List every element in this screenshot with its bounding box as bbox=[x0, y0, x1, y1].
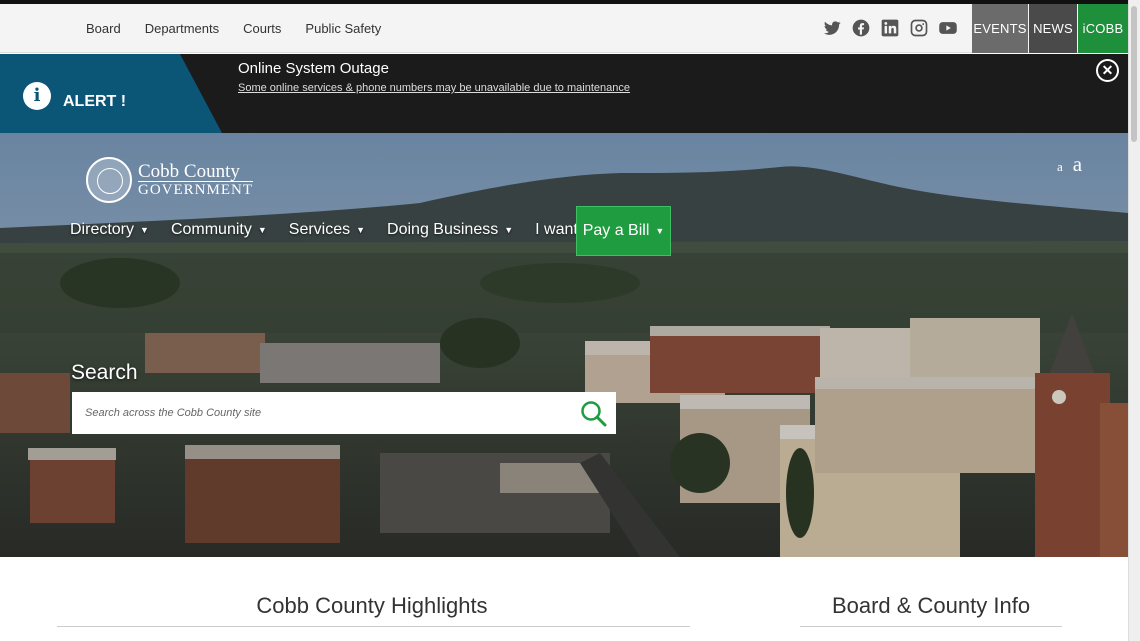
page: Board Departments Courts Public Safety E… bbox=[0, 0, 1140, 641]
icobb-button[interactable]: iCOBB bbox=[1078, 4, 1128, 53]
utility-links: Board Departments Courts Public Safety bbox=[86, 21, 381, 36]
search-input[interactable] bbox=[72, 392, 616, 434]
nav-services-label: Services bbox=[288, 221, 351, 238]
facebook-icon[interactable] bbox=[851, 18, 871, 38]
board-info-divider bbox=[800, 626, 1062, 627]
nav-community[interactable]: Community ▼ bbox=[171, 221, 267, 239]
nav-doing-business[interactable]: Doing Business ▼ bbox=[387, 221, 513, 239]
twitter-icon[interactable] bbox=[822, 18, 842, 38]
scrollbar-thumb[interactable] bbox=[1131, 6, 1137, 142]
nav-directory-label: Directory bbox=[70, 221, 135, 238]
highlights-divider bbox=[57, 626, 690, 627]
logo-line-1: Cobb County bbox=[138, 160, 240, 182]
utility-link-departments[interactable]: Departments bbox=[145, 21, 219, 36]
search-icon[interactable] bbox=[578, 399, 608, 427]
events-button[interactable]: EVENTS bbox=[972, 4, 1028, 53]
logo-text: Cobb County GOVERNMENT bbox=[138, 162, 253, 199]
nav-community-label: Community bbox=[170, 221, 252, 238]
nav-directory[interactable]: Directory ▼ bbox=[70, 221, 149, 239]
logo-line-2: GOVERNMENT bbox=[138, 180, 253, 198]
utility-link-courts[interactable]: Courts bbox=[243, 21, 281, 36]
county-logo[interactable]: Cobb County GOVERNMENT bbox=[86, 157, 253, 203]
chevron-down-icon: ▼ bbox=[356, 225, 366, 235]
nav-doing-business-label: Doing Business bbox=[387, 221, 499, 238]
utility-link-public-safety[interactable]: Public Safety bbox=[305, 21, 381, 36]
news-button[interactable]: NEWS bbox=[1029, 4, 1077, 53]
instagram-icon[interactable] bbox=[909, 18, 929, 38]
search-label: Search bbox=[71, 361, 138, 384]
chevron-down-icon: ▼ bbox=[655, 226, 665, 236]
social-links bbox=[822, 18, 958, 38]
alert-label: ALERT ! bbox=[63, 93, 127, 110]
youtube-icon[interactable] bbox=[938, 18, 958, 38]
main-nav: Directory ▼ Community ▼ Services ▼ Doing Bu… bbox=[70, 205, 646, 255]
nav-services[interactable]: Services ▼ bbox=[289, 221, 365, 239]
text-size-large-button[interactable]: a bbox=[1073, 152, 1082, 176]
linkedin-icon[interactable] bbox=[880, 18, 900, 38]
pay-a-bill-label: Pay a Bill bbox=[582, 222, 650, 239]
text-size-small-button[interactable]: a bbox=[1057, 159, 1063, 174]
chevron-down-icon: ▼ bbox=[257, 225, 267, 235]
highlights-heading: Cobb County Highlights bbox=[256, 593, 488, 618]
utility-link-board[interactable]: Board bbox=[86, 21, 121, 36]
close-icon[interactable]: ✕ bbox=[1096, 59, 1119, 82]
info-icon: i bbox=[23, 82, 51, 110]
county-seal-icon bbox=[86, 157, 132, 203]
pay-a-bill-button[interactable]: Pay a Bill ▼ bbox=[576, 206, 671, 256]
text-size-controls: a a bbox=[1057, 152, 1082, 177]
alert-title: Online System Outage bbox=[238, 60, 389, 77]
board-info-heading: Board & County Info bbox=[831, 593, 1031, 618]
utility-bar: Board Departments Courts Public Safety bbox=[0, 4, 1128, 53]
chevron-down-icon: ▼ bbox=[504, 225, 514, 235]
alert-details-link[interactable]: Some online services & phone numbers may… bbox=[238, 82, 630, 94]
chevron-down-icon: ▼ bbox=[140, 225, 149, 235]
